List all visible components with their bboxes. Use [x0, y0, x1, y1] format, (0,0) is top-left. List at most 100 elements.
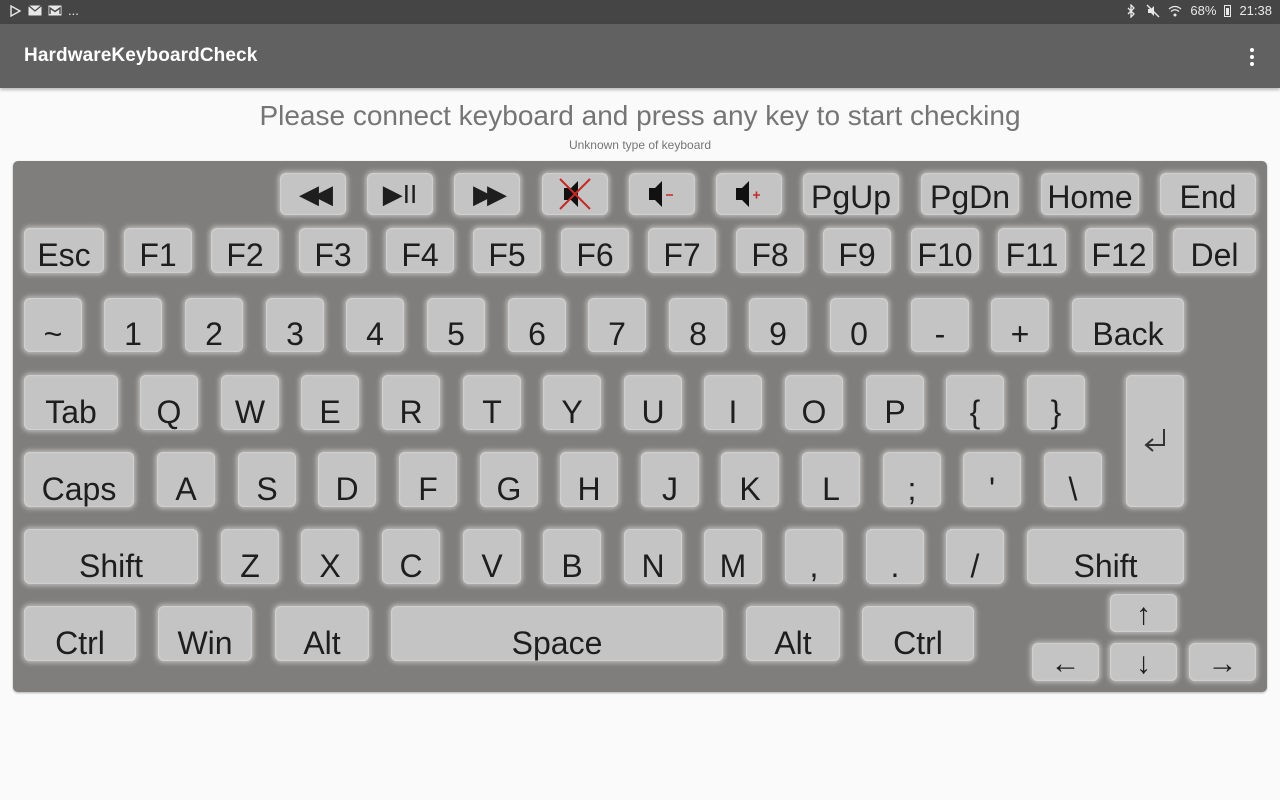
key-l[interactable]: L [802, 452, 860, 507]
app-title: HardwareKeyboardCheck [24, 45, 258, 66]
key-s[interactable]: S [238, 452, 296, 507]
mute-icon [1146, 4, 1160, 18]
key-pgdn[interactable]: PgDn [921, 173, 1019, 215]
key-rewind[interactable]: ◀◀ [280, 173, 346, 215]
key-n[interactable]: N [624, 529, 682, 584]
key-w[interactable]: W [221, 375, 279, 430]
key-3[interactable]: 3 [266, 298, 324, 352]
key-f6[interactable]: F6 [561, 228, 629, 273]
key-f9[interactable]: F9 [823, 228, 891, 273]
key-x[interactable]: X [301, 529, 359, 584]
key-semicolon[interactable]: ; [883, 452, 941, 507]
key-period[interactable]: . [866, 529, 924, 584]
key-play-pause[interactable]: ▶II [367, 173, 433, 215]
key-8[interactable]: 8 [669, 298, 727, 352]
key-e[interactable]: E [301, 375, 359, 430]
key-g[interactable]: G [480, 452, 538, 507]
instruction-text: Please connect keyboard and press any ke… [259, 100, 1021, 131]
overflow-menu-icon[interactable] [1246, 46, 1258, 68]
key-esc[interactable]: Esc [24, 228, 104, 273]
mail-icon [28, 4, 42, 18]
key-9[interactable]: 9 [749, 298, 807, 352]
key-pgup[interactable]: PgUp [803, 173, 899, 215]
key-slash[interactable]: / [946, 529, 1004, 584]
key-2[interactable]: 2 [185, 298, 243, 352]
key-f5[interactable]: F5 [473, 228, 541, 273]
key-f8[interactable]: F8 [736, 228, 804, 273]
key-backspace[interactable]: Back [1072, 298, 1184, 352]
key-f10[interactable]: F10 [911, 228, 979, 273]
key-5[interactable]: 5 [427, 298, 485, 352]
key-arrow-left[interactable]: ← [1032, 643, 1099, 681]
key-o[interactable]: O [785, 375, 843, 430]
key-d[interactable]: D [318, 452, 376, 507]
key-f4[interactable]: F4 [386, 228, 454, 273]
key-0[interactable]: 0 [830, 298, 888, 352]
key-comma[interactable]: , [785, 529, 843, 584]
key-t[interactable]: T [463, 375, 521, 430]
volume-down-icon [649, 181, 673, 207]
play-store-icon [8, 4, 22, 18]
key-win[interactable]: Win [158, 606, 252, 661]
key-mute[interactable] [542, 173, 608, 215]
key-plus[interactable]: + [991, 298, 1049, 352]
wifi-icon [1168, 4, 1182, 18]
key-left-brace[interactable]: { [946, 375, 1004, 430]
key-tilde[interactable]: ~ [24, 298, 82, 352]
mute-speaker-icon [559, 178, 591, 210]
key-v[interactable]: V [463, 529, 521, 584]
key-left-ctrl[interactable]: Ctrl [24, 606, 136, 661]
key-f3[interactable]: F3 [299, 228, 367, 273]
key-c[interactable]: C [382, 529, 440, 584]
key-tab[interactable]: Tab [24, 375, 118, 430]
key-1[interactable]: 1 [104, 298, 162, 352]
key-f12[interactable]: F12 [1085, 228, 1153, 273]
key-y[interactable]: Y [543, 375, 601, 430]
key-arrow-right[interactable]: → [1189, 643, 1256, 681]
key-f11[interactable]: F11 [998, 228, 1066, 273]
battery-percent: 68% [1190, 3, 1217, 18]
key-right-brace[interactable]: } [1027, 375, 1085, 430]
key-left-shift[interactable]: Shift [24, 529, 198, 584]
key-left-alt[interactable]: Alt [275, 606, 369, 661]
key-right-shift[interactable]: Shift [1027, 529, 1184, 584]
key-del[interactable]: Del [1173, 228, 1256, 273]
key-home[interactable]: Home [1041, 173, 1139, 215]
key-m[interactable]: M [704, 529, 762, 584]
key-f[interactable]: F [399, 452, 457, 507]
key-7[interactable]: 7 [588, 298, 646, 352]
key-f2[interactable]: F2 [211, 228, 279, 273]
key-volume-up[interactable] [716, 173, 782, 215]
key-u[interactable]: U [624, 375, 682, 430]
bluetooth-icon [1124, 3, 1138, 18]
key-z[interactable]: Z [221, 529, 279, 584]
key-right-alt[interactable]: Alt [746, 606, 840, 661]
key-arrow-up[interactable]: ↑ [1110, 594, 1177, 632]
key-end[interactable]: End [1160, 173, 1256, 215]
key-enter[interactable] [1126, 375, 1184, 507]
key-4[interactable]: 4 [346, 298, 404, 352]
key-r[interactable]: R [382, 375, 440, 430]
key-f1[interactable]: F1 [124, 228, 192, 273]
key-j[interactable]: J [641, 452, 699, 507]
key-a[interactable]: A [157, 452, 215, 507]
key-k[interactable]: K [721, 452, 779, 507]
key-f7[interactable]: F7 [648, 228, 716, 273]
key-arrow-down[interactable]: ↓ [1110, 643, 1177, 681]
key-h[interactable]: H [560, 452, 618, 507]
key-6[interactable]: 6 [508, 298, 566, 352]
key-caps[interactable]: Caps [24, 452, 134, 507]
key-fast-forward[interactable]: ▶▶ [454, 173, 520, 215]
key-right-ctrl[interactable]: Ctrl [862, 606, 974, 661]
key-volume-down[interactable] [629, 173, 695, 215]
key-q[interactable]: Q [140, 375, 198, 430]
gmail-icon [48, 4, 62, 18]
key-p[interactable]: P [866, 375, 924, 430]
key-minus[interactable]: - [911, 298, 969, 352]
key-i[interactable]: I [704, 375, 762, 430]
key-apostrophe[interactable]: ' [963, 452, 1021, 507]
key-space[interactable]: Space [391, 606, 723, 661]
status-bar: ... 68% 21:38 [0, 0, 1280, 24]
key-b[interactable]: B [543, 529, 601, 584]
key-backslash[interactable]: \ [1044, 452, 1102, 507]
